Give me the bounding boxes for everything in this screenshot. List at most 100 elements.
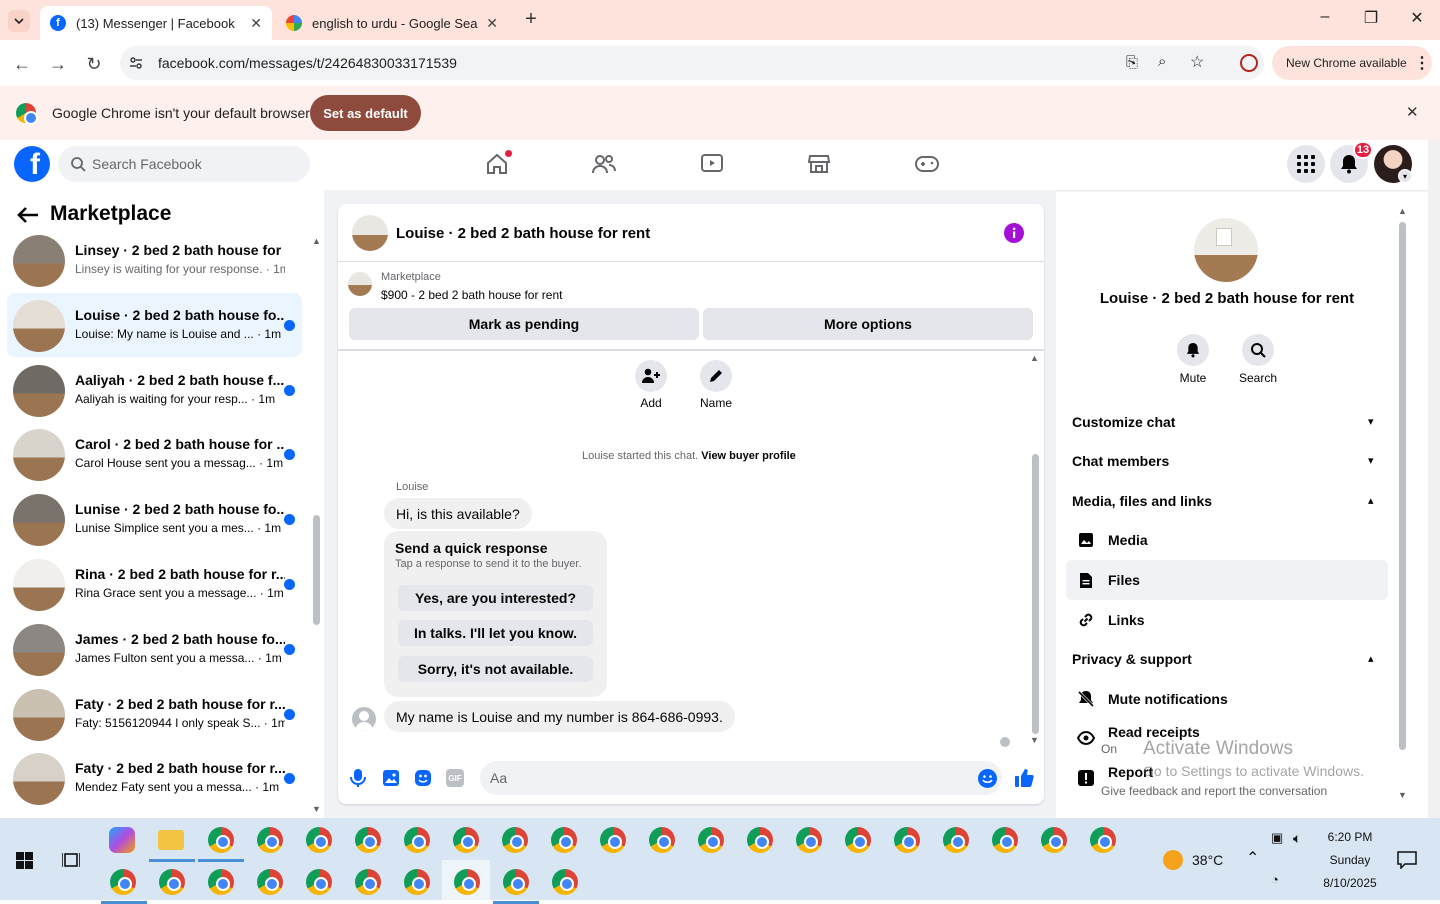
chrome-window-icon[interactable] (1041, 827, 1067, 853)
chrome-window-icon[interactable] (208, 869, 234, 895)
nav-video-icon[interactable] (698, 150, 726, 178)
network-icon[interactable]: ◔ (1271, 872, 1279, 887)
gif-icon[interactable]: GIF (446, 769, 464, 787)
site-info-icon[interactable] (128, 55, 144, 71)
files-item[interactable]: Files (1066, 560, 1388, 600)
chrome-window-icon[interactable] (306, 869, 332, 895)
quick-reply-button[interactable]: Sorry, it's not available. (398, 656, 593, 682)
chrome-window-icon[interactable] (600, 827, 626, 853)
thumbs-up-icon[interactable] (1014, 768, 1034, 788)
address-bar[interactable]: facebook.com/messages/t/2426483003317153… (120, 46, 1264, 80)
new-chrome-available-button[interactable]: New Chrome available ⋮ (1272, 46, 1432, 80)
conversation-item[interactable]: James · 2 bed 2 bath house fo... James Fu… (7, 617, 302, 681)
windows-start-icon[interactable] (16, 852, 33, 869)
clock-day[interactable]: Sunday (1310, 853, 1390, 867)
more-options-button[interactable]: More options (703, 308, 1033, 340)
chat-list-scrollbar[interactable] (313, 515, 320, 625)
chevron-up-icon[interactable]: ▴ (1368, 652, 1374, 665)
file-explorer-icon[interactable] (158, 830, 184, 850)
chrome-window-icon[interactable] (159, 869, 185, 895)
facebook-logo-icon[interactable]: f (14, 146, 50, 182)
facebook-search-input[interactable]: Search Facebook (58, 146, 310, 182)
chat-header-avatar[interactable] (352, 215, 388, 251)
chrome-window-icon[interactable] (502, 827, 528, 853)
mark-as-pending-button[interactable]: Mark as pending (349, 308, 699, 340)
details-scrollbar[interactable] (1399, 222, 1406, 750)
conversation-item[interactable]: Faty · 2 bed 2 bath house for r... Mendez… (7, 746, 302, 810)
clock-date[interactable]: 8/10/2025 (1310, 876, 1390, 890)
quick-reply-button[interactable]: In talks. I'll let you know. (398, 620, 593, 646)
set-as-default-button[interactable]: Set as default (310, 95, 421, 131)
conversation-item[interactable]: Carol · 2 bed 2 bath house for ... Carol … (7, 422, 302, 486)
tab-messenger[interactable]: f (13) Messenger | Facebook ✕ (40, 6, 272, 40)
message-input[interactable]: Aa (480, 761, 1002, 795)
chrome-window-icon[interactable] (355, 827, 381, 853)
chrome-window-icon[interactable] (698, 827, 724, 853)
tab-search-button[interactable] (8, 10, 30, 32)
chrome-window-icon[interactable] (257, 827, 283, 853)
maximize-button[interactable]: ❐ (1356, 8, 1386, 32)
info-icon[interactable] (1004, 223, 1024, 243)
conversation-item[interactable]: Lunise · 2 bed 2 bath house fo... Lunise … (7, 487, 302, 551)
scroll-up-arrow[interactable]: ▲ (312, 236, 321, 246)
chrome-window-icon[interactable] (454, 869, 480, 895)
new-tab-button[interactable]: + (520, 8, 542, 32)
close-tab-icon[interactable]: ✕ (250, 15, 262, 32)
chevron-down-icon[interactable]: ▾ (1368, 415, 1374, 428)
install-app-icon[interactable]: ⎘ (1126, 54, 1138, 71)
add-person-button[interactable] (635, 360, 667, 392)
account-avatar[interactable]: ▾ (1374, 145, 1412, 183)
scroll-down-arrow[interactable]: ▼ (1030, 735, 1039, 745)
microphone-icon[interactable] (350, 768, 366, 788)
chrome-window-icon[interactable] (453, 827, 479, 853)
chrome-window-icon[interactable] (306, 827, 332, 853)
chrome-window-icon[interactable] (1090, 827, 1116, 853)
scroll-down-arrow[interactable]: ▼ (312, 804, 321, 814)
profile-icon[interactable] (1240, 54, 1258, 72)
nav-gaming-icon[interactable] (913, 150, 941, 178)
messages-scrollbar[interactable] (1032, 454, 1039, 734)
mute-notifications-item[interactable]: Mute notifications (1066, 679, 1388, 719)
zoom-icon[interactable]: ⌕ (1158, 53, 1166, 70)
conversation-item[interactable]: Louise · 2 bed 2 bath house fo... Louise:… (7, 292, 302, 357)
media-item[interactable]: Media (1066, 520, 1388, 560)
chrome-window-icon[interactable] (551, 827, 577, 853)
scroll-up-arrow[interactable]: ▲ (1398, 206, 1407, 216)
chrome-window-icon[interactable] (992, 827, 1018, 853)
chevron-down-icon[interactable]: ▾ (1368, 454, 1374, 467)
emoji-icon[interactable] (978, 769, 997, 788)
chat-members-section[interactable]: Chat members (1072, 453, 1169, 469)
conversation-item[interactable]: Linsey · 2 bed 2 bath house for r... Lins… (7, 228, 302, 292)
edit-name-button[interactable] (700, 360, 732, 392)
chrome-window-icon[interactable] (747, 827, 773, 853)
clock-time[interactable]: 6:20 PM (1310, 830, 1390, 844)
conversation-item[interactable]: Rina · 2 bed 2 bath house for r... Rina G… (7, 552, 302, 616)
notification-center-icon[interactable] (1397, 851, 1417, 869)
menu-grid-button[interactable] (1287, 145, 1325, 183)
chrome-window-icon[interactable] (796, 827, 822, 853)
page-scrollbar[interactable] (1428, 140, 1440, 818)
device-icon[interactable]: ▣ (1271, 830, 1283, 846)
chrome-window-icon[interactable] (552, 869, 578, 895)
close-infobar-icon[interactable]: ✕ (1406, 103, 1419, 121)
chrome-window-icon[interactable] (649, 827, 675, 853)
links-item[interactable]: Links (1066, 600, 1388, 640)
mute-button[interactable] (1177, 334, 1209, 366)
privacy-support-section[interactable]: Privacy & support (1072, 651, 1192, 667)
conversation-item[interactable]: Aaliyah · 2 bed 2 bath house f... Aaliyah… (7, 358, 302, 422)
view-buyer-profile-link[interactable]: View buyer profile (701, 450, 796, 462)
chrome-window-icon[interactable] (110, 869, 136, 895)
chrome-window-icon[interactable] (894, 827, 920, 853)
menu-dots-icon[interactable]: ⋮ (1414, 53, 1430, 73)
search-in-chat-button[interactable] (1242, 334, 1274, 366)
chrome-window-icon[interactable] (404, 827, 430, 853)
chrome-window-icon[interactable] (943, 827, 969, 853)
back-arrow-icon[interactable] (17, 206, 39, 224)
quick-reply-button[interactable]: Yes, are you interested? (398, 585, 593, 611)
copilot-app-icon[interactable] (109, 827, 135, 853)
chrome-window-icon[interactable] (404, 869, 430, 895)
scroll-down-arrow[interactable]: ▼ (1398, 790, 1407, 800)
listing-thumbnail[interactable] (348, 272, 372, 296)
message-bubble[interactable]: Hi, is this available? (384, 498, 532, 529)
notifications-button[interactable]: 13 (1330, 141, 1373, 183)
